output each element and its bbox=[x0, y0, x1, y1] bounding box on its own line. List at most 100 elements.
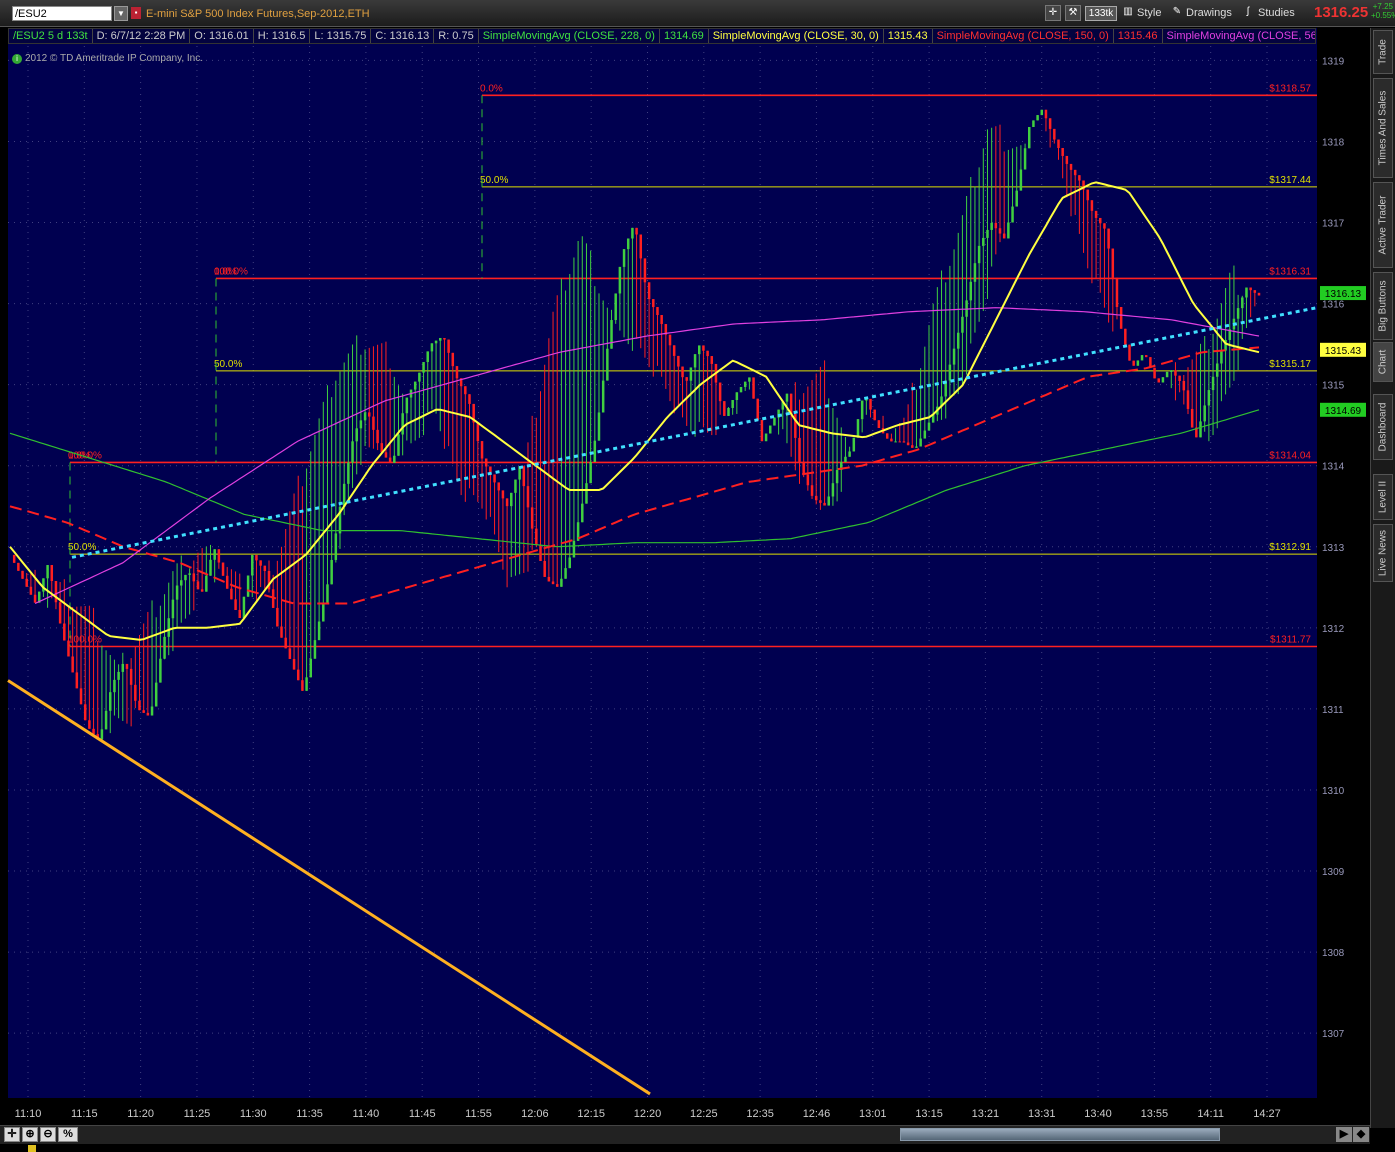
tab-level-ii[interactable]: Level II bbox=[1373, 474, 1393, 520]
candle-body bbox=[555, 584, 559, 587]
info-close: C: 1316.13 bbox=[371, 29, 435, 43]
study-sma228-label[interactable]: SimpleMovingAvg (CLOSE, 228, 0) bbox=[479, 29, 660, 43]
symbol-dropdown-icon[interactable]: ▼ bbox=[114, 6, 128, 21]
price-change: +7.25+0.55% bbox=[1371, 2, 1395, 20]
candle-body bbox=[225, 575, 229, 589]
candle-body bbox=[831, 483, 835, 497]
candle-body bbox=[1157, 378, 1160, 383]
price-tick-label: 1307 bbox=[1322, 1029, 1345, 1040]
candle-body bbox=[785, 393, 789, 402]
crosshair-icon[interactable]: ✛ bbox=[1045, 5, 1061, 21]
link-icon[interactable]: ▪ bbox=[131, 7, 141, 19]
candle-body bbox=[923, 430, 927, 439]
time-tick-label: 13:31 bbox=[1028, 1108, 1056, 1120]
zoom-in-icon[interactable]: ⊕ bbox=[22, 1127, 38, 1142]
tab-live-news[interactable]: Live News bbox=[1373, 524, 1393, 582]
candle-body bbox=[560, 578, 563, 587]
fib-level-price: $1317.44 bbox=[1269, 175, 1311, 186]
candle-body bbox=[200, 589, 204, 592]
price-chart[interactable]: 0.0% $1318.5750.0% $1317.44100.0% $1316.315… bbox=[0, 28, 1370, 1125]
fib-level-price: $1314.04 bbox=[1269, 450, 1311, 461]
drawings-menu[interactable]: Drawings bbox=[1186, 5, 1232, 22]
tab-active-trader[interactable]: Active Trader bbox=[1373, 182, 1393, 268]
candle-body bbox=[493, 474, 496, 483]
candle-body bbox=[301, 680, 304, 691]
pan-icon[interactable]: ✛ bbox=[4, 1127, 20, 1142]
bar-chart-icon[interactable]: ▥ bbox=[1120, 5, 1136, 21]
candle-body bbox=[296, 669, 300, 681]
candle-body bbox=[129, 668, 133, 685]
price-tag-label: 1315.43 bbox=[1325, 346, 1362, 357]
candle-body bbox=[1094, 210, 1098, 218]
candle-body bbox=[1203, 405, 1206, 422]
candle-body bbox=[154, 682, 158, 707]
candle-body bbox=[1019, 169, 1023, 191]
time-tick-label: 11:45 bbox=[409, 1108, 436, 1120]
tab-dashboard[interactable]: Dashboard bbox=[1373, 394, 1393, 460]
candle-body bbox=[702, 345, 705, 351]
candle-body bbox=[484, 458, 488, 467]
aggregation-button[interactable]: 133tk bbox=[1085, 6, 1117, 21]
scroll-right-icon[interactable]: ▶ bbox=[1336, 1127, 1352, 1142]
candle-body bbox=[589, 461, 592, 484]
candle-body bbox=[230, 588, 233, 600]
candle-body bbox=[735, 392, 739, 401]
pencil-icon[interactable]: ✎ bbox=[1169, 5, 1185, 21]
candle-body bbox=[430, 343, 434, 352]
price-tick-label: 1309 bbox=[1322, 867, 1345, 878]
study-sma150-value: 1315.46 bbox=[1114, 29, 1163, 43]
candle-body bbox=[246, 575, 250, 597]
candle-body bbox=[1220, 350, 1223, 364]
study-sma565-label[interactable]: SimpleMovingAvg (CLOSE, 565, 0) bbox=[1163, 29, 1315, 43]
candle-body bbox=[860, 400, 864, 420]
studies-menu[interactable]: Studies bbox=[1258, 5, 1295, 22]
time-tick-label: 13:55 bbox=[1141, 1108, 1169, 1120]
tab-chart[interactable]: Chart bbox=[1373, 342, 1393, 382]
candle-body bbox=[259, 560, 262, 566]
tab-trade-label: Trade bbox=[1377, 39, 1389, 65]
time-tick-label: 11:20 bbox=[127, 1108, 154, 1120]
info-icon: i bbox=[12, 54, 22, 64]
candle-body bbox=[46, 565, 49, 579]
candle-body bbox=[685, 377, 688, 381]
percent-icon[interactable]: % bbox=[58, 1127, 78, 1142]
candle-body bbox=[255, 555, 258, 561]
study-sma30-label[interactable]: SimpleMovingAvg (CLOSE, 30, 0) bbox=[709, 29, 884, 43]
study-sma150-label[interactable]: SimpleMovingAvg (CLOSE, 150, 0) bbox=[933, 29, 1114, 43]
candle-body bbox=[1161, 377, 1165, 383]
study-sma30-value: 1315.43 bbox=[884, 29, 933, 43]
price-tick-label: 1318 bbox=[1322, 137, 1345, 148]
candle-body bbox=[12, 554, 16, 563]
candle-body bbox=[1073, 169, 1077, 176]
tab-big-buttons[interactable]: Big Buttons bbox=[1373, 272, 1393, 340]
candle-body bbox=[681, 366, 684, 378]
time-tick-label: 12:15 bbox=[577, 1108, 605, 1120]
wrench-icon[interactable]: ⚒ bbox=[1065, 5, 1081, 21]
candle-body bbox=[434, 340, 438, 344]
tab-trade[interactable]: Trade bbox=[1373, 30, 1393, 74]
candle-body bbox=[890, 438, 893, 442]
fib-level-price: $1315.17 bbox=[1269, 359, 1311, 370]
fib-level-percent: 50.0% bbox=[480, 175, 508, 186]
candle-body bbox=[622, 249, 626, 267]
candle-body bbox=[196, 581, 200, 590]
tab-times-and-sales[interactable]: Times And Sales bbox=[1373, 78, 1393, 178]
copyright-text: 2012 © TD Ameritrade IP Company, Inc. bbox=[25, 53, 204, 64]
candle-body bbox=[326, 584, 329, 603]
candle-body bbox=[451, 352, 455, 367]
last-price: 1316.25 bbox=[1314, 4, 1369, 21]
studies-icon[interactable]: ʃ bbox=[1240, 5, 1256, 21]
change-abs: +7.25 bbox=[1372, 2, 1393, 11]
candle-body bbox=[1015, 190, 1018, 207]
candle-body bbox=[192, 573, 196, 582]
zoom-out-icon[interactable]: ⊖ bbox=[40, 1127, 56, 1142]
candle-body bbox=[242, 596, 246, 619]
chart-scrollbar[interactable] bbox=[900, 1128, 1220, 1141]
style-menu[interactable]: Style bbox=[1137, 5, 1161, 22]
candle-body bbox=[597, 412, 601, 441]
symbol-input[interactable]: /ESU2 bbox=[12, 6, 112, 21]
fit-icon[interactable]: ◆ bbox=[1353, 1127, 1369, 1142]
candle-body bbox=[426, 351, 429, 363]
candle-body bbox=[280, 626, 283, 638]
price-tag-label: 1316.13 bbox=[1325, 289, 1362, 300]
